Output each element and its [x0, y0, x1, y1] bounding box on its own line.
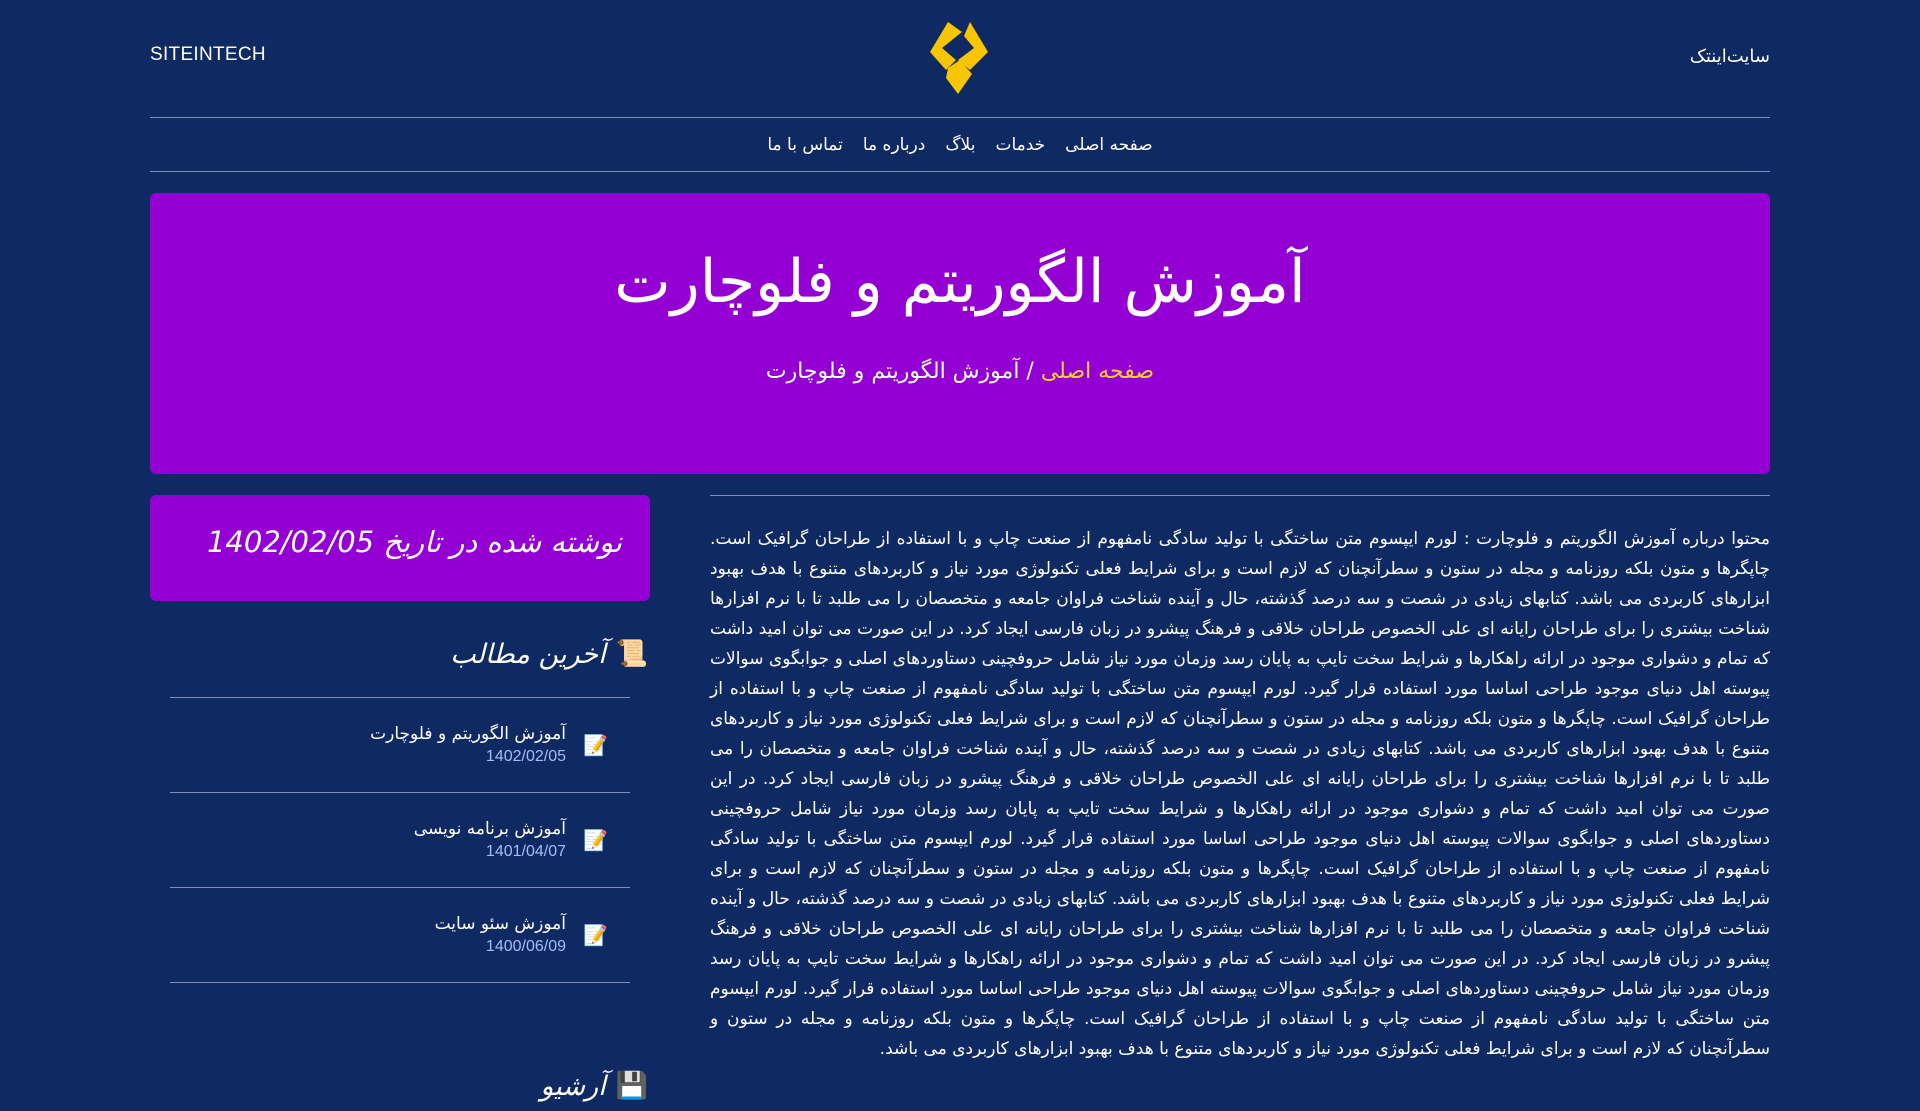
recent-posts-list: 📝 آموزش الگوریتم و فلوچارت 1402/02/05 📝 … [170, 697, 630, 983]
archive-heading-text: آرشیو [540, 1070, 606, 1102]
archive-heading: 💾 آرشیو [150, 1061, 650, 1111]
post-title[interactable]: آموزش سئو سایت [435, 914, 566, 934]
document-icon: 📝 [583, 923, 608, 947]
list-item[interactable]: 📝 آموزش برنامه نویسی 1401/04/07 [170, 793, 630, 888]
document-icon: 📝 [583, 733, 608, 757]
recent-posts-heading: 📜 آخرین مطالب [150, 629, 650, 679]
sidebar: نوشته شده در تاریخ 1402/02/05 📜 آخرین مط… [150, 495, 650, 1111]
breadcrumb: صفحه اصلی / آموزش الگوریتم و فلوچارت [150, 359, 1770, 384]
brand-name-fa[interactable]: سایت‌اینتک [1690, 46, 1770, 67]
breadcrumb-separator: / [1019, 359, 1041, 384]
post-date: 1401/04/07 [485, 843, 566, 860]
floppy-disk-icon: 💾 [615, 1071, 648, 1101]
post-date: 1402/02/05 [485, 748, 566, 765]
article-text: محتوا درباره آموزش الگوریتم و فلوچارت : … [710, 529, 1770, 1059]
site-header: SITEINTECH سایت‌اینتک [150, 0, 1770, 118]
post-title[interactable]: آموزش برنامه نویسی [414, 819, 566, 839]
page-title: آموزش الگوریتم و فلوچارت [614, 247, 1306, 317]
list-item[interactable]: 📝 آموزش سئو سایت 1400/06/09 [170, 888, 630, 983]
breadcrumb-current: آموزش الگوریتم و فلوچارت [765, 359, 1020, 384]
post-date: 1400/06/09 [485, 938, 566, 955]
breadcrumb-home-link[interactable]: صفحه اصلی [1041, 359, 1154, 384]
recent-posts-heading-text: آخرین مطالب [450, 638, 606, 670]
nav-item-home[interactable]: صفحه اصلی [1065, 135, 1152, 155]
nav-item-contact[interactable]: تماس با ما [767, 135, 843, 155]
post-title[interactable]: آموزش الگوریتم و فلوچارت [370, 724, 566, 744]
hero-banner: آموزش الگوریتم و فلوچارت صفحه اصلی / آمو… [150, 193, 1770, 474]
post-date-label: نوشته شده در تاریخ 1402/02/05 [206, 525, 622, 559]
nav-item-about[interactable]: درباره ما [863, 135, 926, 155]
main-nav: صفحه اصلی خدمات بلاگ درباره ما تماس با م… [150, 118, 1770, 172]
nav-item-blog[interactable]: بلاگ [945, 135, 975, 155]
post-date-box: نوشته شده در تاریخ 1402/02/05 [150, 495, 650, 601]
document-icon: 📝 [583, 828, 608, 852]
article-body: محتوا درباره آموزش الگوریتم و فلوچارت : … [710, 495, 1770, 1064]
list-item[interactable]: 📝 آموزش الگوریتم و فلوچارت 1402/02/05 [170, 698, 630, 793]
nav-item-services[interactable]: خدمات [995, 135, 1045, 155]
brand-name-en[interactable]: SITEINTECH [150, 44, 266, 66]
site-logo-icon[interactable] [926, 18, 992, 98]
scroll-icon: 📜 [615, 639, 648, 669]
